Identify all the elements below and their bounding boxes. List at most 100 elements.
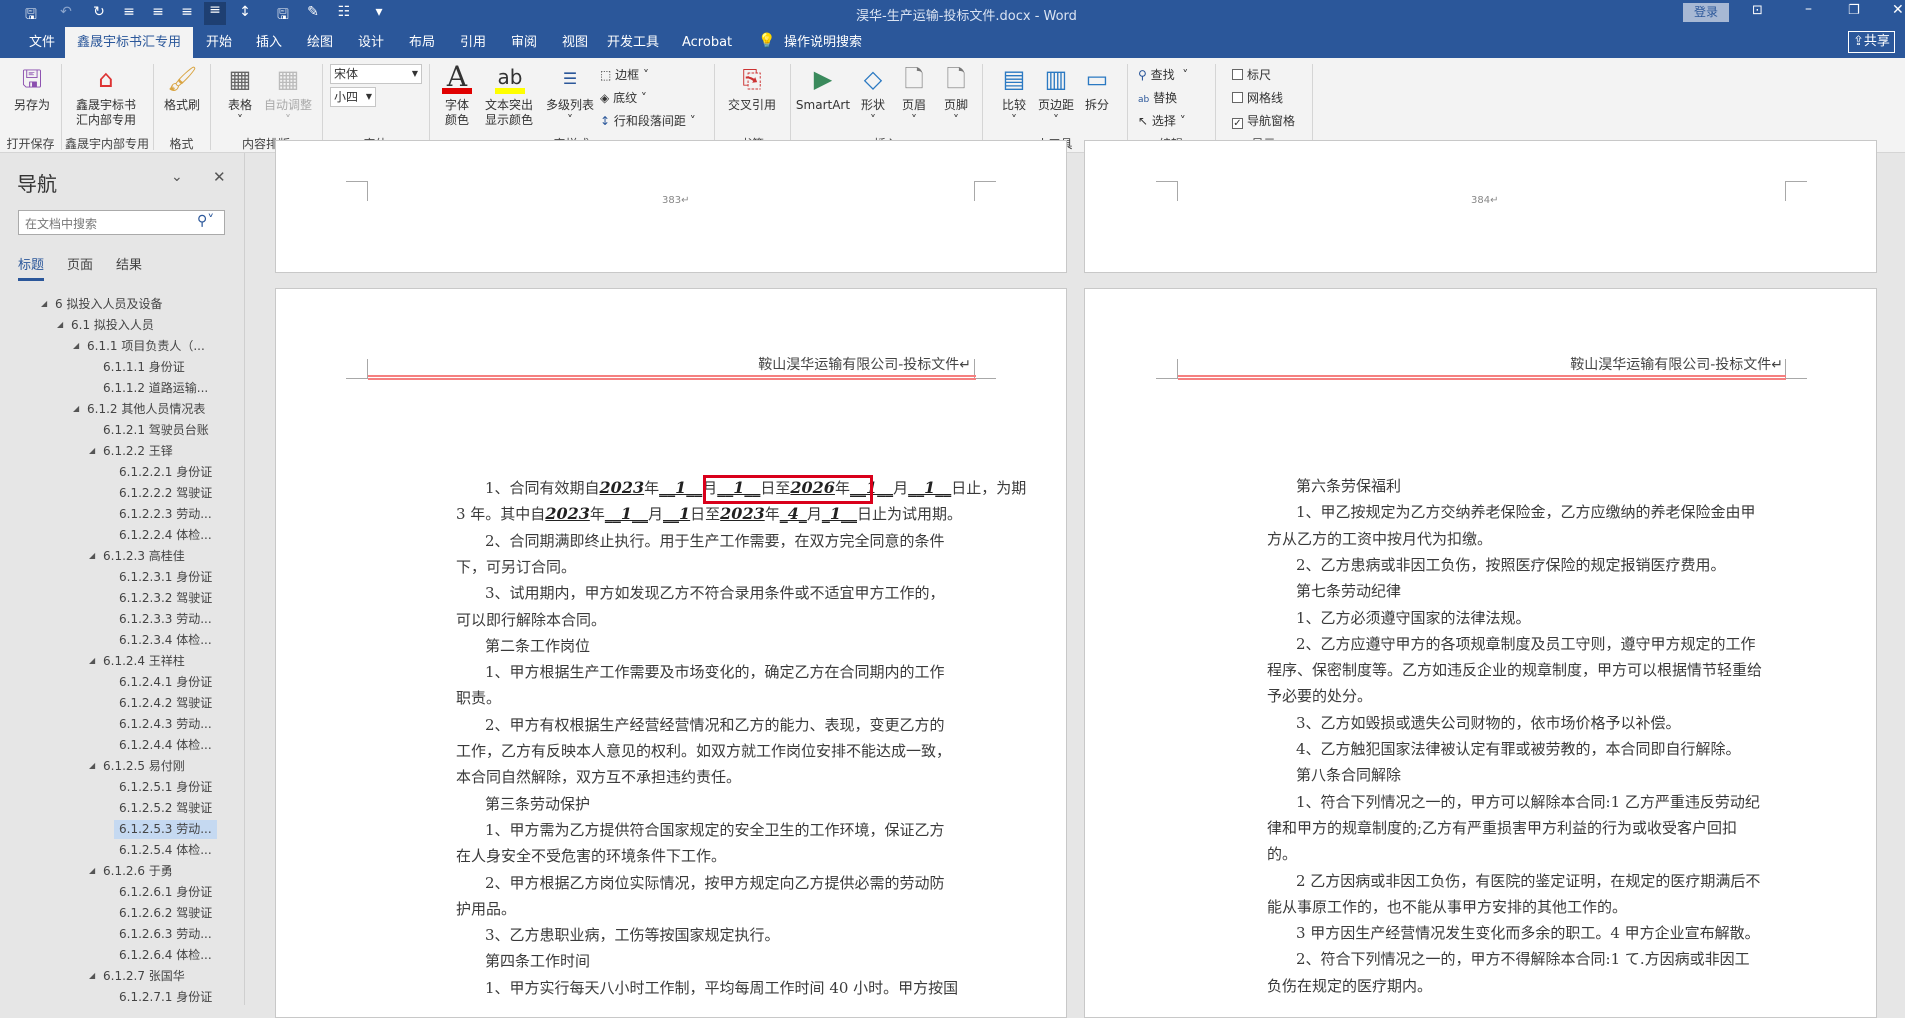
close-button[interactable]: ✕ <box>1892 2 1904 18</box>
undo-icon[interactable]: ↶ <box>55 4 77 20</box>
collapse-triangle-icon[interactable]: ◢ <box>89 551 95 560</box>
tab-file[interactable]: 文件 <box>21 27 63 58</box>
nav-heading-item[interactable]: 6.1.2.4.3 劳动... <box>119 715 212 734</box>
nav-heading-item[interactable]: 6.1.2.4.2 驾驶证 <box>119 694 212 713</box>
collapse-triangle-icon[interactable]: ◢ <box>73 404 79 413</box>
split-button[interactable]: ▭ 拆分 <box>1080 64 1114 113</box>
customize-qat-icon[interactable]: ▾ <box>368 4 390 20</box>
tab-acrobat[interactable]: Acrobat <box>674 27 740 58</box>
justify-icon[interactable]: ≡ <box>204 2 226 25</box>
align-left-icon[interactable]: ≡ <box>118 4 140 20</box>
nav-heading-item[interactable]: 6.1.2.2.4 体检... <box>119 526 212 545</box>
nav-heading-item[interactable]: 6.1.2.6.1 身份证 <box>119 883 212 902</box>
nav-heading-item[interactable]: 6.1.2 其他人员情况表 <box>87 400 205 419</box>
collapse-triangle-icon[interactable]: ◢ <box>89 446 95 455</box>
login-button[interactable]: 登录 <box>1683 3 1729 22</box>
tab-layout[interactable]: 布局 <box>401 27 443 58</box>
shading-button[interactable]: ◈ 底纹 ˅ <box>600 89 647 106</box>
format-painter-icon[interactable]: ✎ <box>302 4 324 20</box>
collapse-triangle-icon[interactable]: ◢ <box>89 971 95 980</box>
tab-xsy[interactable]: 鑫晟宇标书汇专用 <box>65 27 194 58</box>
tab-design[interactable]: 设计 <box>350 27 392 58</box>
format-painter-button[interactable]: 🖌 格式刷 <box>158 64 206 113</box>
nav-heading-item[interactable]: 6.1.1.2 道路运输... <box>103 379 208 398</box>
tab-references[interactable]: 引用 <box>452 27 494 58</box>
nav-heading-item[interactable]: 6.1.2.5.3 劳动... <box>114 820 217 839</box>
nav-heading-item[interactable]: 6 拟投入人员及设备 <box>55 295 162 314</box>
multilevel-list-button[interactable]: ☰ 多级列表 ˅ <box>544 64 596 128</box>
font-color-button[interactable]: A 字体颜色 <box>436 62 478 128</box>
close-icon[interactable]: ✕ <box>213 168 226 186</box>
nav-heading-item[interactable]: 6.1.2.7.1 身份证 <box>119 988 212 1007</box>
nav-heading-item[interactable]: 6.1.2.5.2 驾驶证 <box>119 799 212 818</box>
nav-heading-item[interactable]: 6.1.2.4 王祥柱 <box>103 652 185 671</box>
header-button[interactable]: 🗋 页眉 ˅ <box>896 64 932 128</box>
table-button[interactable]: ▦ 表格 ˅ <box>220 64 260 128</box>
font-size-select[interactable]: 小四 ▼ <box>330 87 376 107</box>
tell-me-search[interactable]: 操作说明搜索 <box>776 27 870 58</box>
nav-heading-item[interactable]: 6.1.2.6.2 驾驶证 <box>119 904 212 923</box>
border-button[interactable]: ⬚ 边框 ˅ <box>600 66 649 83</box>
tab-draw[interactable]: 绘图 <box>299 27 341 58</box>
align-center-icon[interactable]: ≡ <box>147 4 169 20</box>
collapse-triangle-icon[interactable]: ◢ <box>41 299 47 308</box>
restore-button[interactable]: ❐ <box>1848 3 1860 18</box>
nav-heading-item[interactable]: 6.1.2.4.1 身份证 <box>119 673 212 692</box>
autofit-button[interactable]: ▦ 自动调整 ˅ <box>262 64 314 128</box>
collapse-triangle-icon[interactable]: ◢ <box>57 320 63 329</box>
crossref-button[interactable]: ⎘ 交叉引用 <box>722 64 782 113</box>
nav-search-input[interactable]: 在文档中搜索 ⚲˅ <box>18 210 225 235</box>
find-button[interactable]: ⚲ 查找 ˅ <box>1138 66 1188 83</box>
nav-heading-item[interactable]: 6.1.2.3.4 体检... <box>119 631 212 650</box>
nav-heading-item[interactable]: 6.1.2.7 张国华 <box>103 967 185 986</box>
nav-heading-item[interactable]: 6.1.2.2 王铎 <box>103 442 173 461</box>
share-button[interactable]: ⇪共享 <box>1848 31 1895 53</box>
nav-heading-item[interactable]: 6.1.2.6.3 劳动... <box>119 925 212 944</box>
collapse-triangle-icon[interactable]: ◢ <box>89 656 95 665</box>
nav-heading-item[interactable]: 6.1.1 项目负责人（... <box>87 337 205 356</box>
tab-review[interactable]: 审阅 <box>503 27 545 58</box>
nav-heading-item[interactable]: 6.1.2.5.1 身份证 <box>119 778 212 797</box>
nav-heading-item[interactable]: 6.1.2.3.2 驾驶证 <box>119 589 212 608</box>
save-as-icon[interactable]: 🖫 <box>272 4 294 28</box>
align-right-icon[interactable]: ≡ <box>176 4 198 20</box>
replace-button[interactable]: ab 替换 <box>1138 89 1177 106</box>
nav-heading-item[interactable]: 6.1 拟投入人员 <box>71 316 154 335</box>
xsy-button[interactable]: ⌂ 鑫晟宇标书汇内部专用 <box>72 64 140 128</box>
minimize-button[interactable]: – <box>1805 1 1812 17</box>
redo-icon[interactable]: ↻ <box>88 4 110 20</box>
ribbon-display-options-icon[interactable]: ⊡ <box>1752 3 1763 18</box>
tab-home[interactable]: 开始 <box>198 27 240 58</box>
smartart-button[interactable]: ▶ SmartArt <box>795 64 851 113</box>
nav-tab-results[interactable]: 结果 <box>116 254 142 273</box>
tab-view[interactable]: 视图 <box>554 27 596 58</box>
nav-heading-item[interactable]: 6.1.2.5 易付刚 <box>103 757 185 776</box>
spacing-button[interactable]: ↕ 行和段落间距 ˅ <box>600 112 696 129</box>
shapes-button[interactable]: ◇ 形状 ˅ <box>855 64 891 128</box>
nav-heading-item[interactable]: 6.1.2.4.4 体检... <box>119 736 212 755</box>
tab-developer[interactable]: 开发工具 <box>599 27 667 58</box>
compare-button[interactable]: ▤ 比较 ˅ <box>996 64 1032 128</box>
chevron-down-icon[interactable]: ⌄ <box>171 169 183 185</box>
nav-heading-item[interactable]: 6.1.2.3.1 身份证 <box>119 568 212 587</box>
font-name-select[interactable]: 宋体 ▼ <box>330 64 422 84</box>
footer-button[interactable]: 🗋 页脚 ˅ <box>938 64 974 128</box>
nav-heading-item[interactable]: 6.1.2.2.2 驾驶证 <box>119 484 212 503</box>
nav-heading-item[interactable]: 6.1.2.2.1 身份证 <box>119 463 212 482</box>
ruler-checkbox[interactable]: 标尺 <box>1232 66 1271 83</box>
select-button[interactable]: ↖ 选择 ˅ <box>1138 112 1186 129</box>
list-icon[interactable]: ☷ <box>333 4 355 20</box>
tab-insert[interactable]: 插入 <box>248 27 290 58</box>
collapse-triangle-icon[interactable]: ◢ <box>89 866 95 875</box>
save-as-button[interactable]: 🖫 另存为 <box>8 64 56 113</box>
collapse-triangle-icon[interactable]: ◢ <box>73 341 79 350</box>
nav-heading-item[interactable]: 6.1.2.6.4 体检... <box>119 946 212 965</box>
nav-heading-item[interactable]: 6.1.2.6 于勇 <box>103 862 173 881</box>
highlight-button[interactable]: ab 文本突出显示颜色 <box>480 62 540 128</box>
nav-heading-item[interactable]: 6.1.2.1 驾驶员台账 <box>103 421 209 440</box>
nav-tab-headings[interactable]: 标题 <box>18 254 45 281</box>
nav-heading-item[interactable]: 6.1.2.2.3 劳动... <box>119 505 212 524</box>
line-spacing-icon[interactable]: ↕ <box>234 4 256 20</box>
margins-button[interactable]: ▥ 页边距 ˅ <box>1036 64 1076 128</box>
search-icon[interactable]: ⚲˅ <box>197 213 214 229</box>
